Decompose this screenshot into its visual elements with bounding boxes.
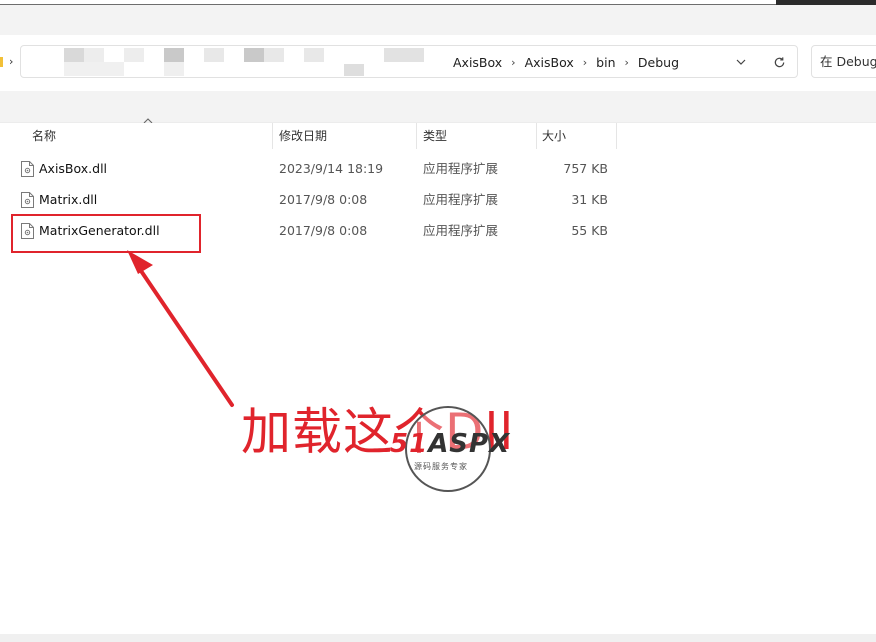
breadcrumb-item[interactable]: AxisBox [452,55,503,70]
file-type: 应用程序扩展 [423,223,499,238]
watermark-logo: 51ASPX 源码服务专家 [390,405,520,495]
file-row[interactable]: Matrix.dll 2017/9/8 0:08 应用程序扩展 31 KB [0,186,620,214]
file-type: 应用程序扩展 [423,192,499,207]
chevron-right-icon[interactable]: › [617,56,637,69]
watermark-subtitle: 源码服务专家 [414,462,468,471]
chevron-down-icon [736,59,746,65]
breadcrumb-item[interactable]: AxisBox [524,55,575,70]
breadcrumb-item[interactable]: Debug [637,55,680,70]
redacted-path-mosaic [40,46,450,78]
column-header-row: 名称 修改日期 类型 大小 [0,123,876,149]
column-header-type[interactable]: 类型 [417,123,537,149]
file-date: 2023/9/14 18:19 [279,161,384,176]
file-row[interactable]: AxisBox.dll 2023/9/14 18:19 应用程序扩展 757 K… [0,155,620,183]
file-name: AxisBox.dll [39,161,108,176]
chevron-right-icon[interactable]: › [9,55,13,68]
refresh-icon [774,56,784,67]
address-history-dropdown[interactable] [733,53,749,71]
watermark-brand-text: ASPX [428,429,511,459]
column-header-name[interactable]: 名称 [0,123,273,149]
column-header-size[interactable]: 大小 [537,123,617,149]
watermark-brand: 51ASPX [390,429,510,459]
file-size: 31 KB [571,192,608,207]
search-input[interactable]: 在 Debug 中搜索 [811,45,876,78]
folder-icon [0,57,3,67]
column-header-date[interactable]: 修改日期 [273,123,417,149]
chevron-right-icon[interactable]: › [575,56,595,69]
title-bar [0,5,876,35]
status-bar [0,634,876,642]
chevron-right-icon[interactable]: › [503,56,523,69]
breadcrumb-item[interactable]: bin [595,55,616,70]
dll-file-icon [21,161,34,177]
dll-file-icon [21,192,34,208]
file-date: 2017/9/8 0:08 [279,223,368,238]
breadcrumb: AxisBox › AxisBox › bin › Debug [452,53,680,71]
file-name: Matrix.dll [39,192,98,207]
annotation-highlight-box [11,214,201,253]
command-toolbar [0,91,876,123]
file-size: 757 KB [563,161,608,176]
file-date: 2017/9/8 0:08 [279,192,368,207]
file-type: 应用程序扩展 [423,161,499,176]
file-size: 55 KB [571,223,608,238]
refresh-button[interactable] [770,53,788,71]
watermark-brand-number: 51 [390,429,429,459]
